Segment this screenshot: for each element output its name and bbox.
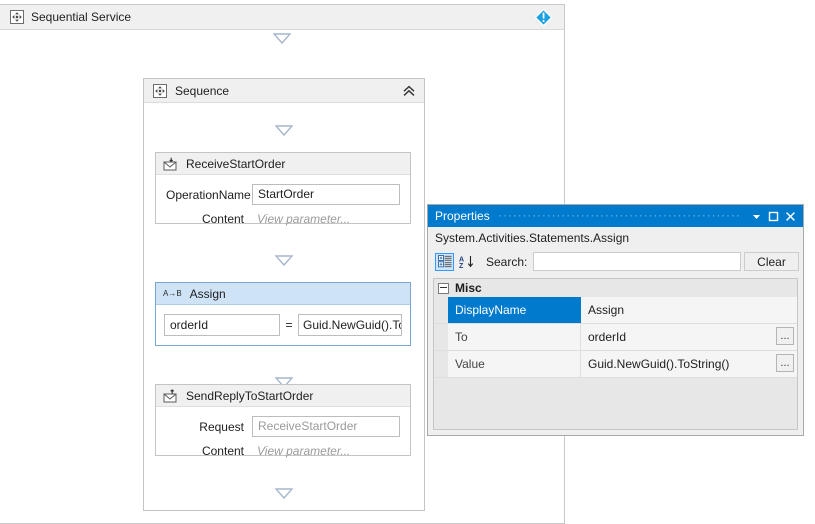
operation-name-input[interactable]: StartOrder: [252, 184, 400, 205]
sequence-activity-title: Sequence: [175, 84, 229, 98]
connector-arrow-2: [275, 125, 293, 136]
grid-row-indent: [434, 351, 448, 377]
alphabetical-sort-icon[interactable]: A Z: [457, 253, 476, 271]
root-activity-header[interactable]: Sequential Service: [0, 5, 564, 30]
ellipsis-button[interactable]: ...: [776, 327, 794, 345]
field-label: Content: [166, 444, 252, 458]
field-label: OperationName: [166, 188, 252, 202]
grid-property-value-text: orderId: [588, 330, 626, 344]
activity-card-body: OperationName StartOrder Content View pa…: [156, 175, 410, 235]
info-validation-icon[interactable]: [535, 9, 552, 29]
sequence-activity-header[interactable]: Sequence: [144, 79, 424, 103]
properties-window[interactable]: Properties: [427, 204, 804, 436]
connector-arrow-5: [275, 488, 293, 499]
grid-row-to[interactable]: To orderId ...: [434, 324, 797, 351]
activity-send-reply-to-start-order[interactable]: SendReplyToStartOrder Request ReceiveSta…: [155, 384, 411, 456]
grid-category-label: Misc: [455, 281, 482, 295]
assign-equals-label: =: [280, 318, 298, 332]
chevron-up-double-icon[interactable]: [402, 84, 416, 98]
search-label: Search:: [486, 255, 527, 269]
field-row-content: Content View parameter...: [166, 212, 400, 226]
properties-grid[interactable]: Misc DisplayName Assign To orderId ... V…: [433, 278, 798, 430]
activity-assign[interactable]: A→B Assign orderId = Guid.NewGuid().To: [155, 282, 411, 346]
root-activity-title: Sequential Service: [31, 10, 131, 24]
field-row-request: Request ReceiveStartOrder: [166, 416, 400, 437]
send-reply-icon: [163, 389, 178, 402]
field-label: Request: [166, 420, 252, 434]
grid-property-name: To: [448, 324, 581, 350]
grid-empty-area: [434, 378, 797, 430]
assign-expression-row: orderId = Guid.NewGuid().To: [164, 314, 402, 336]
connector-arrow-3: [275, 255, 293, 266]
grid-category-misc[interactable]: Misc: [434, 279, 797, 297]
grid-property-value-text: Guid.NewGuid().ToString(): [588, 357, 729, 371]
titlebar-grip: [498, 211, 740, 221]
grid-row-indent: [434, 297, 448, 323]
grid-property-name: Value: [448, 351, 581, 377]
view-parameter-link[interactable]: View parameter...: [252, 212, 400, 226]
activity-title: SendReplyToStartOrder: [186, 389, 313, 403]
ellipsis-button[interactable]: ...: [776, 354, 794, 372]
connector-arrow-1: [273, 33, 291, 44]
activity-title: Assign: [190, 287, 226, 301]
field-label: Content: [166, 212, 252, 226]
properties-titlebar[interactable]: Properties: [428, 205, 803, 227]
sequence-icon: [10, 10, 24, 24]
categorized-view-icon[interactable]: [435, 253, 454, 271]
sequence-activity[interactable]: Sequence: [143, 78, 425, 511]
view-parameter-link[interactable]: View parameter...: [252, 444, 400, 458]
receive-message-icon: [163, 157, 178, 170]
grid-row-indent: [434, 324, 448, 350]
maximize-icon[interactable]: [765, 208, 782, 225]
close-icon[interactable]: [782, 208, 799, 225]
grid-property-name: DisplayName: [448, 297, 581, 323]
assign-to-input[interactable]: orderId: [164, 314, 280, 336]
chevron-down-icon[interactable]: [748, 208, 765, 225]
grid-row-displayname[interactable]: DisplayName Assign: [434, 297, 797, 324]
field-row-operation-name: OperationName StartOrder: [166, 184, 400, 205]
activity-card-header[interactable]: SendReplyToStartOrder: [156, 385, 410, 407]
activity-card-body: orderId = Guid.NewGuid().To: [156, 305, 410, 345]
request-input[interactable]: ReceiveStartOrder: [252, 416, 400, 437]
clear-button[interactable]: Clear: [744, 252, 799, 271]
properties-window-title: Properties: [435, 209, 490, 223]
grid-property-value[interactable]: orderId ...: [581, 324, 797, 350]
collapse-toggle-icon[interactable]: [438, 283, 449, 294]
assign-value-input[interactable]: Guid.NewGuid().To: [298, 314, 402, 336]
search-input[interactable]: [533, 252, 741, 271]
activity-title: ReceiveStartOrder: [186, 157, 285, 171]
properties-type-name: System.Activities.Statements.Assign: [428, 227, 803, 249]
activity-receive-start-order[interactable]: ReceiveStartOrder OperationName StartOrd…: [155, 152, 411, 224]
sequence-icon: [153, 84, 167, 98]
grid-row-value[interactable]: Value Guid.NewGuid().ToString() ...: [434, 351, 797, 378]
assign-ab-icon: A→B: [163, 289, 182, 298]
field-row-content: Content View parameter...: [166, 444, 400, 458]
activity-card-body: Request ReceiveStartOrder Content View p…: [156, 407, 410, 467]
properties-toolbar: A Z Search: Clear: [428, 249, 803, 274]
activity-card-header[interactable]: ReceiveStartOrder: [156, 153, 410, 175]
grid-property-value[interactable]: Assign: [581, 297, 797, 323]
svg-text:Z: Z: [459, 263, 464, 269]
activity-card-header[interactable]: A→B Assign: [156, 283, 410, 305]
grid-property-value[interactable]: Guid.NewGuid().ToString() ...: [581, 351, 797, 377]
